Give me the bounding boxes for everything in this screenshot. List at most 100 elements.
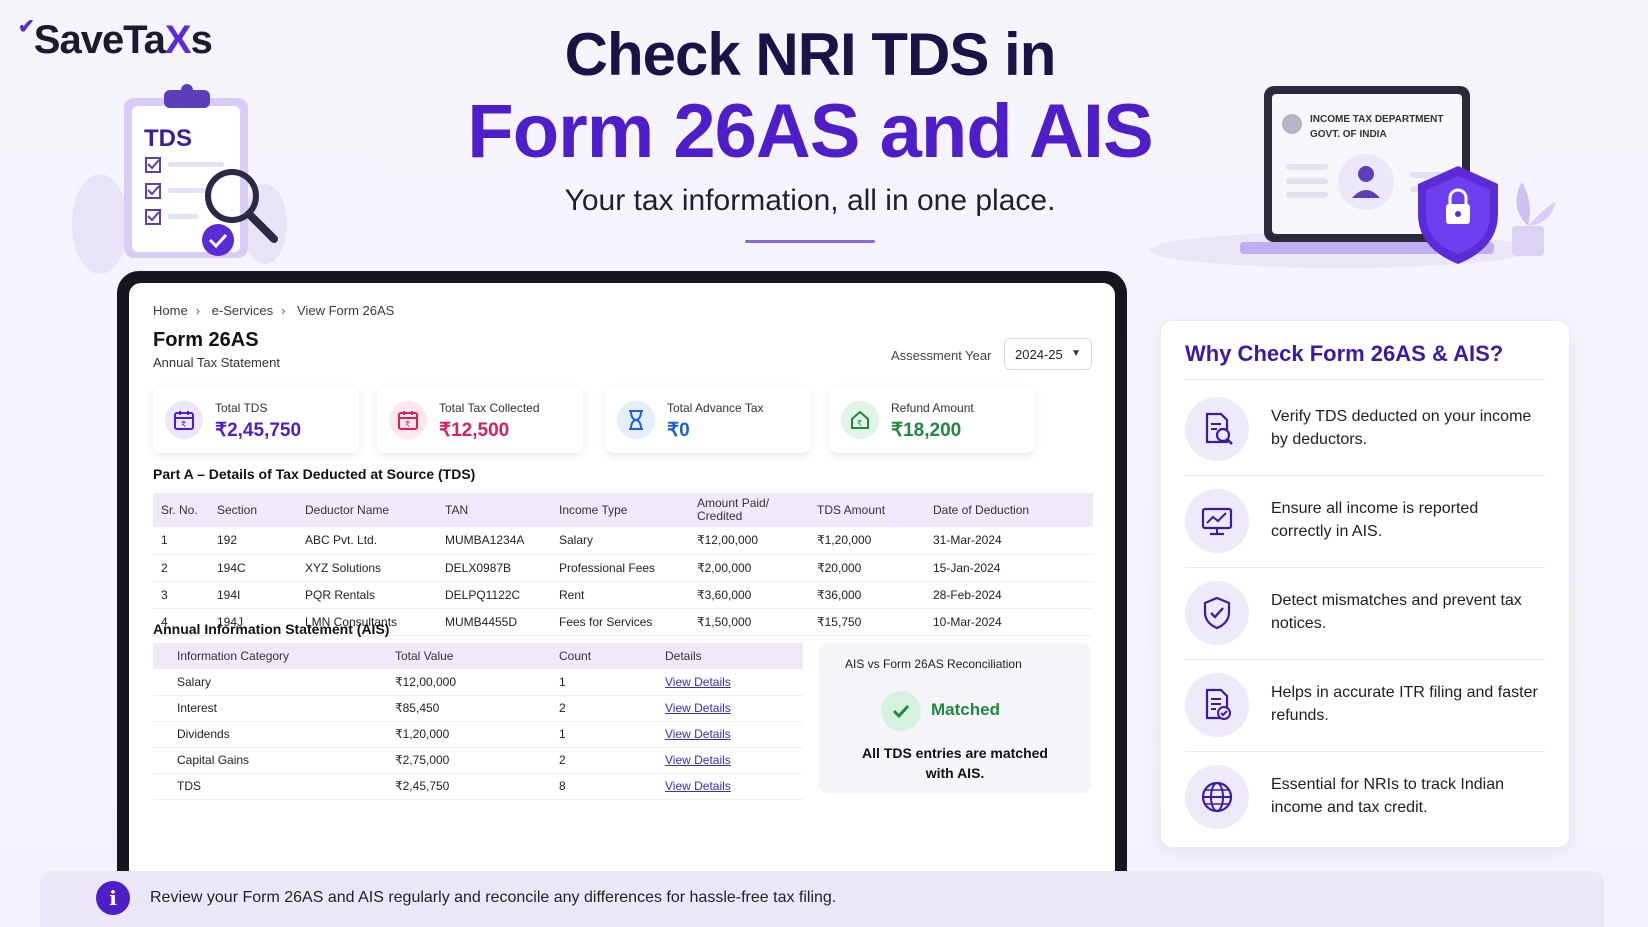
ais-table: Information Category Total Value Count D… (153, 643, 803, 800)
cell: View Details (641, 669, 803, 696)
page-subtitle: Annual Tax Statement (153, 355, 280, 370)
cell: 194C (209, 554, 297, 582)
cell: ₹36,000 (809, 581, 925, 609)
benefit-item: Essential for NRIs to track Indian incom… (1185, 751, 1545, 843)
cell: View Details (641, 747, 803, 774)
card-value: ₹12,500 (439, 420, 510, 441)
benefit-item: Helps in accurate ITR filing and faster … (1185, 659, 1545, 751)
card-value: ₹18,200 (891, 420, 962, 441)
cell: ₹2,00,000 (689, 554, 809, 582)
cell: Rent (551, 581, 689, 609)
cell: 31-Mar-2024 (925, 527, 1093, 555)
cell: Dividends (153, 721, 371, 748)
card-label: Refund Amount (891, 401, 974, 415)
card-label: Total TDS (215, 401, 268, 415)
assessment-year-select[interactable]: 2024-25 ▼ (1004, 338, 1092, 370)
cell: Fees for Services (551, 608, 689, 636)
column-header: Amount Paid/ Credited (689, 493, 809, 527)
hourglass-icon (617, 401, 655, 439)
laptop-icon: INCOME TAX DEPARTMENT GOVT. OF INDIA (1150, 86, 1556, 268)
summary-cards: ₹ Total TDS ₹2,45,750 ₹ Total Tax Collec… (153, 387, 1093, 453)
calendar-receipt-icon: ₹ (389, 401, 427, 439)
table-row: 3 194I PQR Rentals DELPQ1122C Rent ₹3,60,000 ₹… (153, 581, 1093, 609)
cell: 15-Jan-2024 (925, 554, 1093, 582)
cell: DELX0987B (437, 554, 551, 582)
cell: 3 (153, 581, 209, 609)
tds-section-title: Part A – Details of Tax Deducted at Sour… (153, 466, 476, 482)
chevron-right-icon: › (281, 303, 286, 318)
column-header: Total Value (371, 643, 535, 669)
form-26as-screen: Home › e-Services › View Form 26AS Form 26… (129, 283, 1115, 883)
view-details-link[interactable]: View Details (665, 675, 731, 689)
column-header: Information Category (153, 643, 371, 669)
table-header-row: Sr. No. Section Deductor Name TAN Income… (153, 493, 1093, 527)
why-check-title: Why Check Form 26AS & AIS? (1185, 341, 1504, 366)
cell: ₹1,50,000 (689, 608, 809, 636)
calendar-rupee-icon: ₹ (165, 401, 203, 439)
card-label: Total Tax Collected (439, 401, 540, 415)
svg-text:INCOME TAX DEPARTMENT: INCOME TAX DEPARTMENT (1310, 114, 1444, 125)
cell: View Details (641, 721, 803, 748)
reconciliation-note: All TDS entries are matched with AIS. (862, 745, 1048, 781)
card-value: ₹0 (667, 420, 690, 441)
check-icon (881, 691, 921, 731)
hero-tagline: Your tax information, all in one place. (564, 184, 1056, 217)
benefit-text: Essential for NRIs to track Indian incom… (1271, 776, 1504, 816)
breadcrumb-home[interactable]: Home (153, 303, 188, 318)
page-title: Form 26AS (153, 329, 259, 351)
savetaxs-logo[interactable]: ✔SaveTaXs (18, 16, 213, 63)
document-check-icon (1185, 673, 1249, 737)
benefit-text: Helps in accurate ITR filing and faster … (1271, 684, 1538, 724)
breadcrumb-e-services[interactable]: e-Services (212, 303, 273, 318)
column-header: Count (535, 643, 641, 669)
table-header-row: Information Category Total Value Count D… (153, 643, 803, 669)
chevron-right-icon: › (195, 303, 201, 318)
cell: XYZ Solutions (297, 554, 437, 582)
hero-title-line2: Form 26AS and AIS (467, 89, 1153, 174)
card-value: ₹2,45,750 (215, 420, 302, 441)
assessment-year-label: Assessment Year (891, 348, 992, 363)
table-row: 2 194C XYZ Solutions DELX0987B Professional … (153, 554, 1093, 582)
tds-clipboard-illustration: TDS (60, 84, 300, 274)
benefit-item: Verify TDS deducted on your income by de… (1185, 383, 1545, 475)
column-header: TDS Amount (809, 493, 925, 527)
card-total-tax-collected: ₹ Total Tax Collected ₹12,500 (377, 387, 583, 453)
cell: 10-Mar-2024 (925, 608, 1093, 636)
logo-tick-icon: ✔ (18, 16, 35, 38)
view-details-link[interactable]: View Details (665, 779, 731, 793)
cell: ₹2,75,000 (371, 747, 535, 774)
cell: 194I (209, 581, 297, 609)
benefit-text: Ensure all income is reported correctly … (1271, 500, 1479, 540)
chevron-down-icon: ▼ (1071, 348, 1081, 359)
view-details-link[interactable]: View Details (665, 727, 731, 741)
cell: View Details (641, 695, 803, 722)
benefit-item: Ensure all income is reported correctly … (1185, 475, 1545, 567)
column-header: Sr. No. (153, 493, 209, 527)
hero-header: Check NRI TDS in Form 26AS and AIS Your … (400, 20, 1220, 243)
table-row: 1 192 ABC Pvt. Ltd. MUMBA1234A Salary ₹12,00,… (153, 527, 1093, 555)
cell: 1 (535, 721, 641, 748)
cell: Salary (153, 669, 371, 696)
column-header: Details (641, 643, 803, 669)
info-icon: i (96, 881, 130, 915)
card-total-advance-tax: Total Advance Tax ₹0 (605, 387, 811, 453)
cell: ₹20,000 (809, 554, 925, 582)
cell: ₹1,20,000 (371, 721, 535, 748)
cell: 2 (535, 747, 641, 774)
cell: 1 (153, 527, 209, 555)
view-details-link[interactable]: View Details (665, 753, 731, 767)
svg-text:₹: ₹ (857, 419, 862, 428)
breadcrumb: Home › e-Services › View Form 26AS (153, 303, 402, 318)
income-tax-laptop-illustration: INCOME TAX DEPARTMENT GOVT. OF INDIA (1140, 80, 1590, 280)
svg-text:GOVT. OF INDIA: GOVT. OF INDIA (1310, 129, 1387, 140)
column-header: Date of Deduction (925, 493, 1093, 527)
cell: PQR Rentals (297, 581, 437, 609)
view-details-link[interactable]: View Details (665, 701, 731, 715)
refund-home-icon: ₹ (841, 401, 879, 439)
cell: ABC Pvt. Ltd. (297, 527, 437, 555)
cell: View Details (641, 773, 803, 800)
cell: 8 (535, 773, 641, 800)
cell: Capital Gains (153, 747, 371, 774)
svg-text:TDS: TDS (144, 125, 192, 152)
cell: Salary (551, 527, 689, 555)
